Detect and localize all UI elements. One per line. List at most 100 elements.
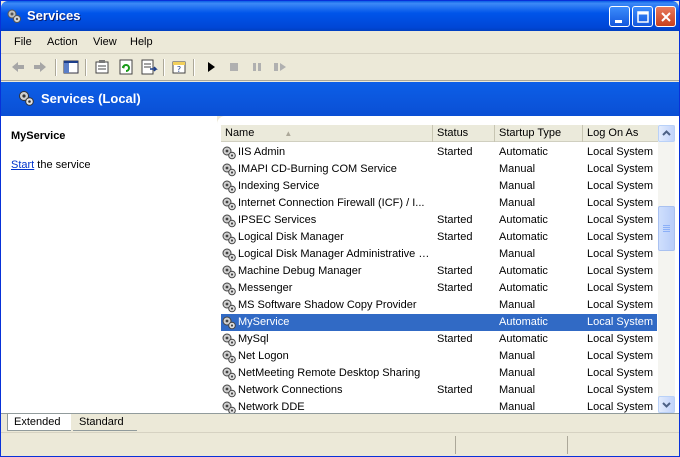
pause-service-icon[interactable] — [248, 58, 266, 76]
service-row[interactable]: Machine Debug Manager Started Automatic Loc… — [221, 263, 657, 280]
maximize-button[interactable] — [632, 6, 653, 27]
service-startup-cell: Automatic — [499, 316, 548, 328]
chevron-up-icon — [662, 130, 671, 136]
status-panel — [455, 436, 567, 454]
service-startup-cell: Manual — [499, 299, 536, 311]
service-row[interactable]: Logical Disk Manager Started Automatic Loca… — [221, 229, 657, 246]
menu-file[interactable]: File — [14, 36, 32, 48]
column-header-name[interactable]: Name ▲ — [221, 125, 433, 142]
selected-service-name: MyService — [11, 130, 66, 142]
service-logon-cell: Local System — [587, 146, 654, 158]
scroll-down-button[interactable] — [658, 396, 675, 413]
service-row[interactable]: IMAPI CD-Burning COM Service Manual Local … — [221, 161, 657, 178]
service-row[interactable]: Net Logon Manual Local System — [221, 348, 657, 365]
service-name-cell: NetMeeting Remote Desktop Sharing — [238, 367, 421, 379]
menu-bar: File Action View Help — [1, 31, 679, 54]
view-tabs: Extended Standard — [1, 413, 679, 431]
service-row[interactable]: Indexing Service Manual Local System — [221, 178, 657, 195]
service-row[interactable]: NetMeeting Remote Desktop Sharing Manual L… — [221, 365, 657, 382]
refresh-icon[interactable] — [117, 58, 135, 76]
list-header: Name ▲ Status Startup Type Log On As — [221, 125, 661, 142]
service-name-cell: IMAPI CD-Burning COM Service — [238, 163, 397, 175]
service-gear-icon — [221, 247, 237, 262]
service-logon-cell: Local System — [587, 350, 654, 362]
service-logon-cell: Local System — [587, 384, 654, 396]
service-row[interactable]: Logical Disk Manager Administrative S...… — [221, 246, 657, 263]
minimize-icon — [615, 20, 622, 23]
service-name-cell: MyService — [238, 316, 290, 328]
back-icon[interactable] — [9, 58, 27, 76]
svg-text:?: ? — [177, 65, 181, 74]
service-startup-cell: Manual — [499, 384, 536, 396]
service-startup-cell: Manual — [499, 248, 536, 260]
start-service-link[interactable]: Start — [11, 159, 34, 171]
restart-service-icon[interactable] — [271, 58, 289, 76]
service-row[interactable]: Network DDE Manual Local System — [221, 399, 657, 413]
menu-action[interactable]: Action — [47, 36, 78, 48]
service-name-cell: Network DDE — [238, 401, 305, 413]
minimize-button[interactable] — [609, 6, 630, 27]
service-gear-icon — [221, 366, 237, 381]
close-icon — [661, 12, 671, 22]
service-name-cell: Messenger — [238, 282, 293, 294]
sort-ascending-icon: ▲ — [284, 129, 293, 138]
show-hide-console-tree-icon[interactable] — [62, 58, 80, 76]
thumb-grip — [663, 229, 670, 230]
column-header-startup-type[interactable]: Startup Type — [495, 125, 583, 142]
chevron-down-icon — [662, 402, 671, 408]
help-icon[interactable]: ? — [170, 58, 188, 76]
service-gear-icon — [221, 145, 237, 160]
stop-service-icon[interactable] — [225, 58, 243, 76]
scroll-thumb[interactable] — [658, 206, 675, 251]
service-gear-icon — [221, 196, 237, 211]
service-logon-cell: Local System — [587, 248, 654, 260]
service-gear-icon — [221, 179, 237, 194]
close-button[interactable] — [655, 6, 676, 27]
column-header-status[interactable]: Status — [433, 125, 495, 142]
service-logon-cell: Local System — [587, 163, 654, 175]
service-startup-cell: Automatic — [499, 265, 548, 277]
services-list[interactable]: Name ▲ Status Startup Type Log On As IIS … — [217, 116, 679, 413]
service-status-cell: Started — [437, 282, 473, 294]
service-startup-cell: Automatic — [499, 282, 548, 294]
service-row[interactable]: MS Software Shadow Copy Provider Manual Lo… — [221, 297, 657, 314]
service-logon-cell: Local System — [587, 299, 654, 311]
properties-icon[interactable] — [93, 58, 111, 76]
title-bar[interactable]: Services — [1, 1, 679, 31]
vertical-scrollbar[interactable] — [658, 125, 675, 413]
service-logon-cell: Local System — [587, 316, 654, 328]
service-row[interactable]: IIS Admin Started Automatic Local System — [221, 144, 657, 161]
service-startup-cell: Automatic — [499, 231, 548, 243]
scroll-up-button[interactable] — [658, 125, 675, 142]
tab-extended[interactable]: Extended — [7, 414, 71, 431]
forward-icon[interactable] — [31, 58, 49, 76]
menu-view[interactable]: View — [93, 36, 117, 48]
tab-standard[interactable]: Standard — [73, 414, 137, 431]
thumb-grip — [663, 225, 670, 226]
status-panel — [567, 436, 677, 454]
service-gear-icon — [221, 298, 237, 313]
service-row[interactable]: MySql Started Automatic Local System — [221, 331, 657, 348]
service-startup-cell: Manual — [499, 163, 536, 175]
service-row[interactable]: Internet Connection Firewall (ICF) / I..… — [221, 195, 657, 212]
service-row[interactable]: IPSEC Services Started Automatic Local Syst… — [221, 212, 657, 229]
service-logon-cell: Local System — [587, 265, 654, 277]
service-name-cell: IPSEC Services — [238, 214, 317, 226]
service-logon-cell: Local System — [587, 231, 654, 243]
service-logon-cell: Local System — [587, 197, 654, 209]
thumb-grip — [663, 227, 670, 228]
service-row[interactable]: MyService Automatic Local System — [221, 314, 657, 331]
service-row[interactable]: Messenger Started Automatic Local System — [221, 280, 657, 297]
column-startup-label: Startup Type — [499, 127, 562, 139]
service-status-cell: Started — [437, 231, 473, 243]
menu-help[interactable]: Help — [130, 36, 153, 48]
service-name-cell: Logical Disk Manager — [238, 231, 344, 243]
service-startup-cell: Manual — [499, 350, 536, 362]
start-service-icon[interactable] — [202, 58, 220, 76]
column-header-log-on-as[interactable]: Log On As — [583, 125, 659, 142]
service-row[interactable]: Network Connections Started Manual Local Sy… — [221, 382, 657, 399]
toolbar: ? — [1, 55, 679, 81]
toolbar-separator — [193, 59, 195, 76]
export-list-icon[interactable] — [140, 58, 158, 76]
services-window: Services File Action View Help ? Service… — [0, 0, 680, 457]
